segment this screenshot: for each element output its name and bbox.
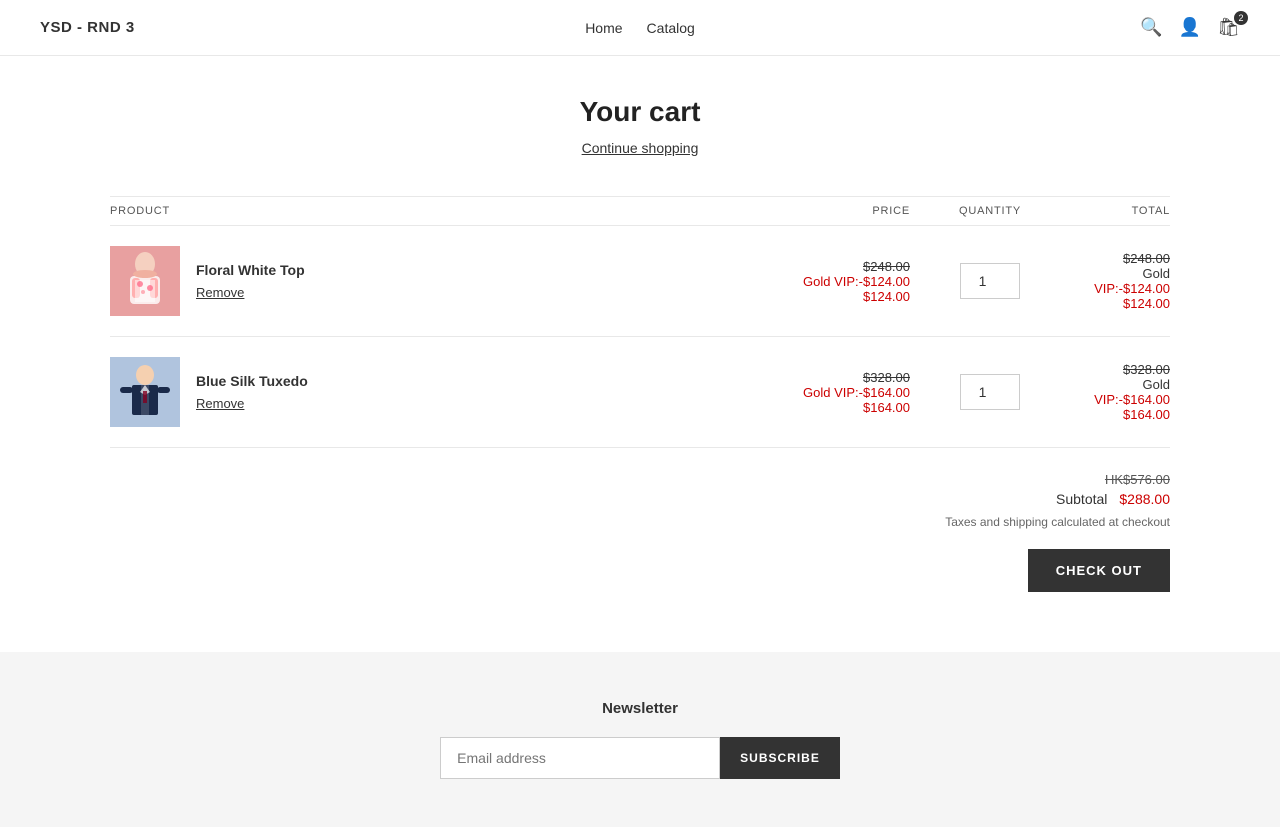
quantity-input-1[interactable] xyxy=(960,263,1020,299)
main-nav: Home Catalog xyxy=(585,20,695,36)
cart-icon[interactable]: 🛍 2 xyxy=(1217,17,1240,38)
total-final-2: $164.00 xyxy=(1050,407,1170,422)
subtotal-main-line: Subtotal $288.00 xyxy=(1056,491,1170,507)
total-vip-2: VIP:-$164.00 xyxy=(1050,392,1170,407)
total-gold-1: Gold xyxy=(1050,266,1170,281)
remove-item-1-button[interactable]: Remove xyxy=(196,285,244,300)
site-logo: YSD - RND 3 xyxy=(40,19,135,36)
total-vip-1: VIP:-$124.00 xyxy=(1050,281,1170,296)
cart-item-info-1: Floral White Top Remove xyxy=(196,262,305,300)
newsletter-form: SUBSCRIBE xyxy=(20,737,1260,779)
cart-item-total-2: $328.00 Gold VIP:-$164.00 $164.00 xyxy=(1050,362,1170,422)
product-image-1 xyxy=(110,246,180,316)
price-final-2: $164.00 xyxy=(770,400,910,415)
price-gold-vip-label-2: Gold VIP:-$164.00 xyxy=(770,385,910,400)
product-image-2 xyxy=(110,357,180,427)
total-gold-2: Gold xyxy=(1050,377,1170,392)
tax-note: Taxes and shipping calculated at checkou… xyxy=(945,515,1170,529)
cart-item-price-2: $328.00 Gold VIP:-$164.00 $164.00 xyxy=(770,370,930,415)
cart-item-qty-1 xyxy=(930,263,1050,299)
header-quantity: QUANTITY xyxy=(930,205,1050,217)
subtotal-value: $288.00 xyxy=(1119,491,1170,507)
cart-item: Blue Silk Tuxedo Remove $328.00 Gold VIP… xyxy=(110,337,1170,448)
search-icon[interactable]: 🔍 xyxy=(1140,17,1162,38)
subscribe-button[interactable]: SUBSCRIBE xyxy=(720,737,840,779)
cart-item-name-2: Blue Silk Tuxedo xyxy=(196,373,308,389)
cart-item-qty-2 xyxy=(930,374,1050,410)
subtotal-section: HK$576.00 Subtotal $288.00 Taxes and shi… xyxy=(110,472,1170,592)
cart-table-header: PRODUCT PRICE QUANTITY TOTAL xyxy=(110,196,1170,226)
continue-shopping-section: Continue shopping xyxy=(110,140,1170,156)
cart-item-product-2: Blue Silk Tuxedo Remove xyxy=(110,357,770,427)
cart-item: Floral White Top Remove $248.00 Gold VIP… xyxy=(110,226,1170,337)
cart-item-name-1: Floral White Top xyxy=(196,262,305,278)
continue-shopping-link[interactable]: Continue shopping xyxy=(582,140,699,156)
header-price: PRICE xyxy=(770,205,930,217)
header-total: TOTAL xyxy=(1050,205,1170,217)
cart-badge: 2 xyxy=(1234,11,1248,25)
nav-catalog[interactable]: Catalog xyxy=(647,20,695,36)
newsletter-title: Newsletter xyxy=(20,700,1260,717)
page-title: Your cart xyxy=(110,96,1170,128)
remove-item-2-button[interactable]: Remove xyxy=(196,396,244,411)
total-original-1: $248.00 xyxy=(1050,251,1170,266)
total-final-1: $124.00 xyxy=(1050,296,1170,311)
subtotal-original: HK$576.00 xyxy=(1105,472,1170,487)
cart-item-product-1: Floral White Top Remove xyxy=(110,246,770,316)
main-content: Your cart Continue shopping PRODUCT PRIC… xyxy=(90,56,1190,652)
cart-item-info-2: Blue Silk Tuxedo Remove xyxy=(196,373,308,411)
checkout-button[interactable]: CHECK OUT xyxy=(1028,549,1170,592)
cart-item-price-1: $248.00 Gold VIP:-$124.00 $124.00 xyxy=(770,259,930,304)
price-original-1: $248.00 xyxy=(770,259,910,274)
price-original-2: $328.00 xyxy=(770,370,910,385)
site-footer: Newsletter SUBSCRIBE xyxy=(0,652,1280,827)
account-icon[interactable]: 👤 xyxy=(1179,17,1201,38)
site-header: YSD - RND 3 Home Catalog 🔍 👤 🛍 2 xyxy=(0,0,1280,56)
header-icons: 🔍 👤 🛍 2 xyxy=(1140,17,1240,38)
header-product: PRODUCT xyxy=(110,205,770,217)
nav-home[interactable]: Home xyxy=(585,20,622,36)
price-final-1: $124.00 xyxy=(770,289,910,304)
quantity-input-2[interactable] xyxy=(960,374,1020,410)
newsletter-email-input[interactable] xyxy=(440,737,720,779)
total-original-2: $328.00 xyxy=(1050,362,1170,377)
price-gold-vip-label-1: Gold VIP:-$124.00 xyxy=(770,274,910,289)
cart-item-total-1: $248.00 Gold VIP:-$124.00 $124.00 xyxy=(1050,251,1170,311)
subtotal-original-line: HK$576.00 xyxy=(1105,472,1170,487)
subtotal-label: Subtotal xyxy=(1056,491,1107,507)
